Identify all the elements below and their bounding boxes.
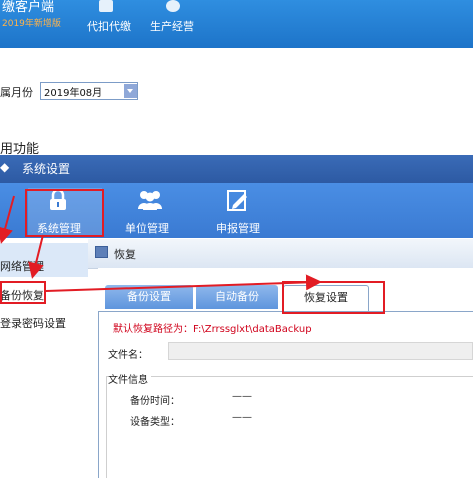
arrow-to-sidebar — [0, 195, 15, 244]
arrow-to-backup-restore — [28, 234, 44, 279]
annotation-arrows — [0, 195, 322, 292]
arrow-to-restore-tab — [45, 274, 322, 292]
